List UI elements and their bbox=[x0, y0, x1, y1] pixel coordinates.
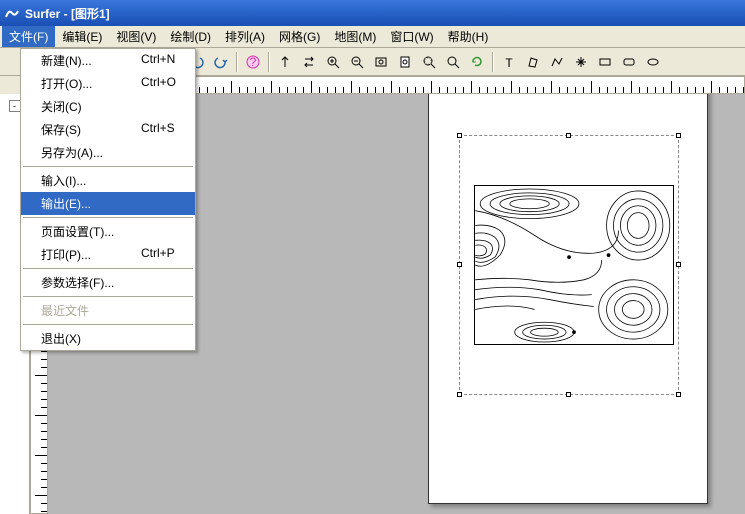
window-title: Surfer - [图形1] bbox=[25, 5, 110, 22]
menu-separator bbox=[23, 166, 193, 167]
refresh-button[interactable] bbox=[466, 51, 488, 73]
menu-export[interactable]: 输出(E)... bbox=[21, 192, 195, 215]
ellipse-tool-button[interactable] bbox=[642, 51, 664, 73]
info-button[interactable]: ? bbox=[242, 51, 264, 73]
polygon-tool-button[interactable] bbox=[522, 51, 544, 73]
file-menu-dropdown: 新建(N)...Ctrl+N 打开(O)...Ctrl+O 关闭(C) 保存(S… bbox=[20, 48, 196, 351]
menu-open[interactable]: 打开(O)...Ctrl+O bbox=[21, 72, 195, 95]
menu-prefs[interactable]: 参数选择(F)... bbox=[21, 271, 195, 294]
menu-print[interactable]: 打印(P)...Ctrl+P bbox=[21, 243, 195, 266]
resize-handle[interactable] bbox=[457, 392, 462, 397]
zoom-fit-button[interactable] bbox=[370, 51, 392, 73]
menu-separator bbox=[23, 324, 193, 325]
arrow-up-button[interactable] bbox=[274, 51, 296, 73]
zoom-out-button[interactable] bbox=[346, 51, 368, 73]
rect-tool-button[interactable] bbox=[594, 51, 616, 73]
menu-draw[interactable]: 绘制(D) bbox=[163, 26, 218, 47]
symbol-tool-button[interactable] bbox=[570, 51, 592, 73]
zoom-select-button[interactable] bbox=[418, 51, 440, 73]
resize-handle[interactable] bbox=[676, 392, 681, 397]
menu-import[interactable]: 输入(I)... bbox=[21, 169, 195, 192]
menu-window[interactable]: 窗口(W) bbox=[383, 26, 440, 47]
title-bar: Surfer - [图形1] bbox=[0, 0, 745, 26]
svg-text:?: ? bbox=[250, 55, 257, 69]
menu-separator bbox=[23, 296, 193, 297]
text-tool-button[interactable]: T bbox=[498, 51, 520, 73]
menu-file[interactable]: 文件(F) bbox=[2, 26, 55, 47]
tree-collapse-icon[interactable]: - bbox=[9, 100, 21, 112]
app-icon bbox=[4, 5, 20, 21]
resize-handle[interactable] bbox=[676, 262, 681, 267]
menu-pagesetup[interactable]: 页面设置(T)... bbox=[21, 220, 195, 243]
menu-separator bbox=[23, 217, 193, 218]
resize-handle[interactable] bbox=[676, 133, 681, 138]
zoom-actual-button[interactable] bbox=[442, 51, 464, 73]
page bbox=[428, 94, 708, 504]
roundrect-tool-button[interactable] bbox=[618, 51, 640, 73]
polyline-tool-button[interactable] bbox=[546, 51, 568, 73]
separator bbox=[236, 52, 238, 72]
resize-handle[interactable] bbox=[566, 392, 571, 397]
menu-help[interactable]: 帮助(H) bbox=[441, 26, 496, 47]
zoom-in-button[interactable] bbox=[322, 51, 344, 73]
menu-save[interactable]: 保存(S)Ctrl+S bbox=[21, 118, 195, 141]
menu-arrange[interactable]: 排列(A) bbox=[218, 26, 272, 47]
menu-new[interactable]: 新建(N)...Ctrl+N bbox=[21, 49, 195, 72]
contour-plot[interactable] bbox=[474, 185, 674, 345]
resize-handle[interactable] bbox=[457, 262, 462, 267]
redo-button[interactable] bbox=[210, 51, 232, 73]
resize-handle[interactable] bbox=[457, 133, 462, 138]
exchange-button[interactable] bbox=[298, 51, 320, 73]
menu-separator bbox=[23, 268, 193, 269]
menu-map[interactable]: 地图(M) bbox=[327, 26, 383, 47]
resize-handle[interactable] bbox=[566, 133, 571, 138]
menu-bar: 文件(F) 编辑(E) 视图(V) 绘制(D) 排列(A) 网格(G) 地图(M… bbox=[0, 26, 745, 48]
zoom-page-button[interactable] bbox=[394, 51, 416, 73]
menu-grid[interactable]: 网格(G) bbox=[272, 26, 327, 47]
menu-saveas[interactable]: 另存为(A)... bbox=[21, 141, 195, 164]
menu-view[interactable]: 视图(V) bbox=[109, 26, 163, 47]
separator bbox=[492, 52, 494, 72]
menu-edit[interactable]: 编辑(E) bbox=[55, 26, 109, 47]
menu-recent: 最近文件 bbox=[21, 299, 195, 322]
menu-close[interactable]: 关闭(C) bbox=[21, 95, 195, 118]
menu-exit[interactable]: 退出(X) bbox=[21, 327, 195, 350]
separator bbox=[268, 52, 270, 72]
contour-lines bbox=[475, 186, 673, 344]
svg-text:T: T bbox=[505, 56, 513, 69]
